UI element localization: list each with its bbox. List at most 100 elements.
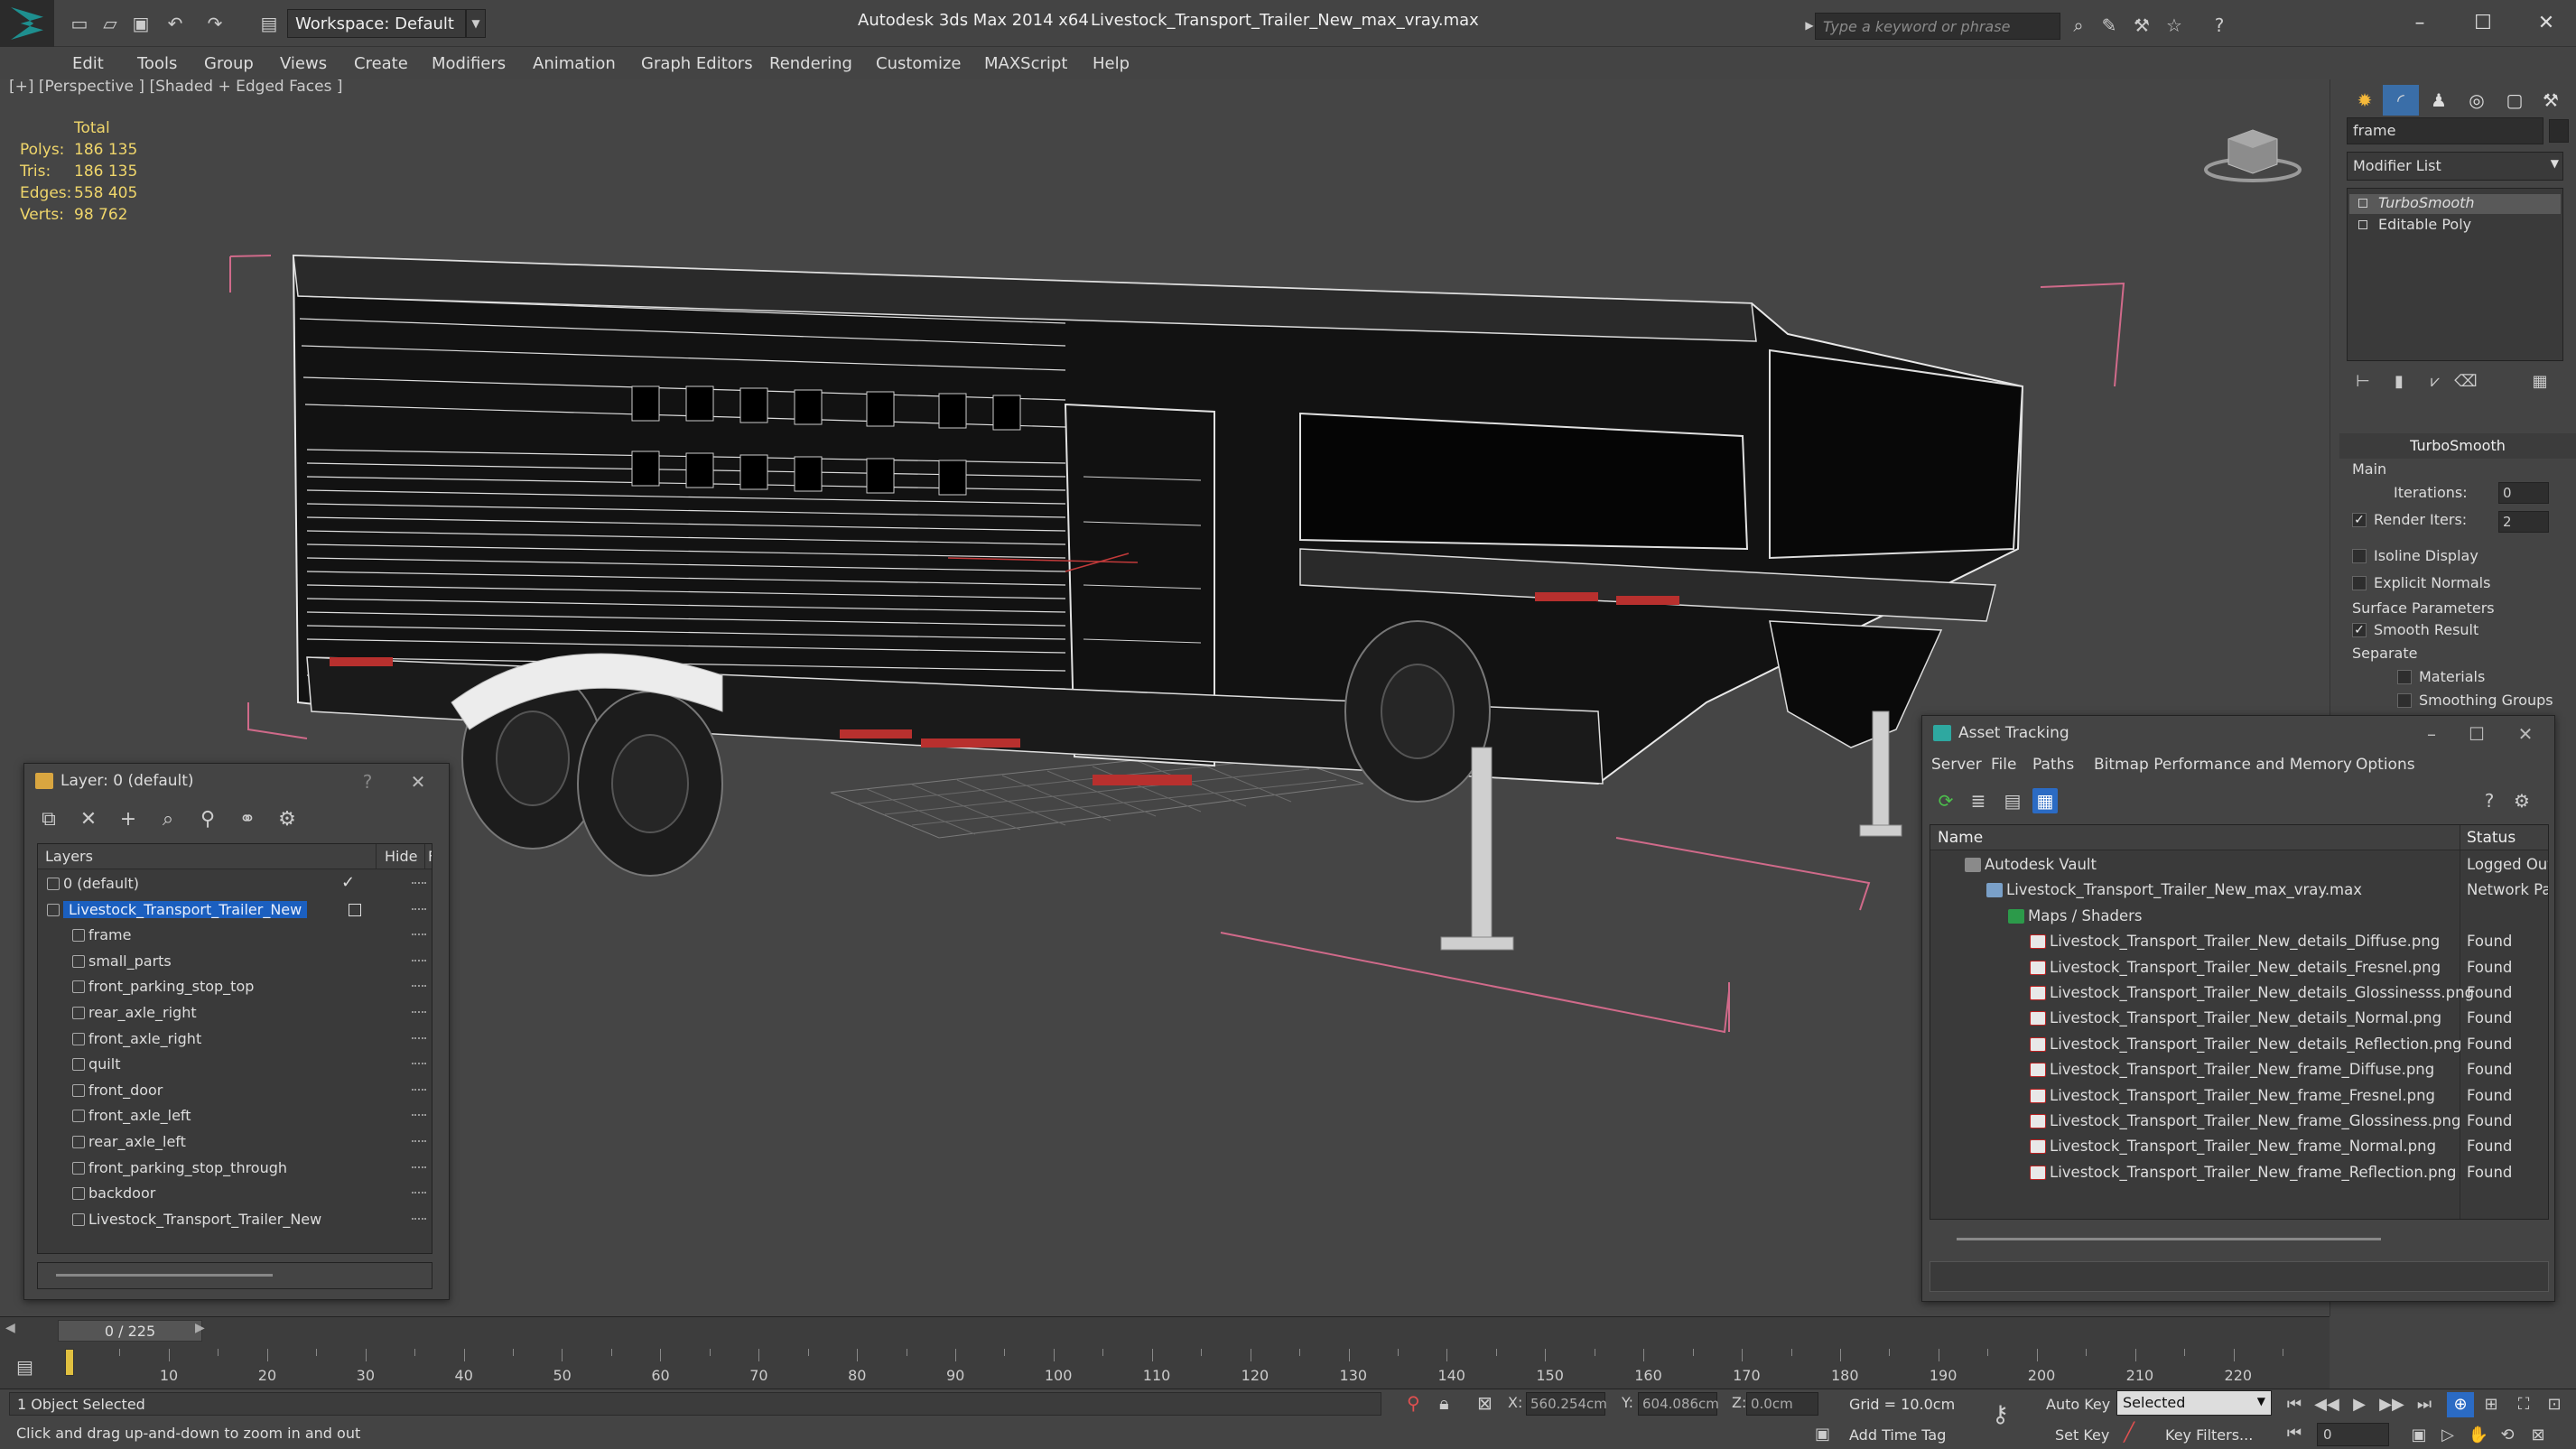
- subscription-icon[interactable]: ✎: [2097, 13, 2122, 38]
- layer-row[interactable]: front_parking_stop_through: [38, 1156, 432, 1181]
- smoothing-groups-checkbox[interactable]: [2397, 693, 2412, 708]
- table-view-icon[interactable]: ▦: [2032, 788, 2058, 813]
- asset-row[interactable]: Autodesk Vault Logged Out: [1930, 852, 2548, 878]
- minimize-icon[interactable]: –: [2393, 5, 2447, 42]
- orbit-icon[interactable]: ⟲: [2494, 1423, 2521, 1448]
- hide-toggle[interactable]: [412, 1140, 426, 1143]
- highlight-layer-icon[interactable]: ⚲: [194, 807, 221, 832]
- go-to-end-icon[interactable]: ⏭: [2411, 1392, 2438, 1417]
- asset-row[interactable]: Livestock_Transport_Trailer_New_frame_Re…: [1930, 1160, 2548, 1185]
- time-tag-icon[interactable]: ▣: [1815, 1425, 1830, 1444]
- go-to-start-icon[interactable]: ⏮: [2281, 1392, 2308, 1417]
- horizontal-scrollbar[interactable]: [1930, 1231, 2549, 1249]
- menu-paths[interactable]: Paths: [2032, 756, 2074, 774]
- horizontal-scrollbar[interactable]: [37, 1262, 432, 1289]
- hide-toggle[interactable]: [412, 933, 426, 936]
- time-slider-thumb[interactable]: 0 / 225: [58, 1320, 202, 1342]
- viewcube-icon[interactable]: [2203, 123, 2302, 186]
- layer-row[interactable]: rear_axle_right: [38, 1000, 432, 1026]
- project-folder-icon[interactable]: ▤: [256, 11, 282, 36]
- layer-row[interactable]: Livestock_Transport_Trailer_New: [38, 1207, 432, 1232]
- isolate-selection-icon[interactable]: ⚲: [1407, 1392, 1420, 1414]
- add-to-layer-icon[interactable]: +: [115, 807, 142, 832]
- menu-rendering[interactable]: Rendering: [769, 54, 852, 73]
- play-icon[interactable]: ▶: [2346, 1392, 2373, 1417]
- hide-all-layers-icon[interactable]: ⚭: [234, 807, 261, 832]
- next-frame-icon[interactable]: ▶: [195, 1321, 205, 1335]
- zoom-icon[interactable]: ⊕: [2447, 1392, 2474, 1417]
- mini-curve-editor-icon[interactable]: ▤: [16, 1356, 33, 1378]
- delete-layer-icon[interactable]: ✕: [75, 807, 102, 832]
- hide-toggle[interactable]: [412, 1114, 426, 1117]
- smooth-result-checkbox[interactable]: ✓: [2352, 623, 2367, 637]
- iterations-spinner[interactable]: 0: [2498, 482, 2549, 504]
- pin-stack-icon[interactable]: ⊢: [2350, 372, 2376, 391]
- menu-views[interactable]: Views: [280, 54, 327, 73]
- hide-toggle[interactable]: [412, 1217, 426, 1221]
- layer-row[interactable]: front_parking_stop_top: [38, 974, 432, 999]
- asset-row[interactable]: Livestock_Transport_Trailer_New_frame_Gl…: [1930, 1109, 2548, 1134]
- expand-icon[interactable]: [2358, 220, 2367, 229]
- asset-row[interactable]: Livestock_Transport_Trailer_New_details_…: [1930, 929, 2548, 954]
- communication-icon[interactable]: ⚒: [2129, 13, 2154, 38]
- hide-toggle[interactable]: [412, 985, 426, 988]
- auto-key-button[interactable]: Auto Key: [2046, 1396, 2110, 1413]
- stack-item-editable-poly[interactable]: Editable Poly: [2349, 216, 2561, 236]
- layer-row[interactable]: quilt: [38, 1052, 432, 1077]
- hide-toggle[interactable]: [412, 907, 426, 911]
- col-layers[interactable]: Layers: [45, 848, 93, 865]
- menu-bitmap-performance[interactable]: Bitmap Performance and Memory: [2094, 756, 2352, 774]
- display-tab-icon[interactable]: ▢: [2497, 85, 2533, 116]
- time-config-icon[interactable]: ▣: [2405, 1423, 2432, 1448]
- z-coord-field[interactable]: 0.0cm: [1746, 1392, 1818, 1416]
- create-tab-icon[interactable]: ✹: [2347, 85, 2383, 116]
- search-input[interactable]: Type a keyword or phrase: [1815, 13, 2060, 40]
- key-filters-button[interactable]: Key Filters...: [2165, 1426, 2253, 1444]
- lightbulb-icon[interactable]: [2358, 199, 2367, 208]
- zoom-extents-all-icon[interactable]: ⊡: [2541, 1392, 2568, 1417]
- binoculars-icon[interactable]: ⌕: [2066, 13, 2091, 38]
- maximize-viewport-icon[interactable]: ⊠: [2525, 1423, 2552, 1448]
- layer-row[interactable]: backdoor: [38, 1181, 432, 1206]
- layer-row[interactable]: 0 (default) ✓: [38, 871, 432, 896]
- menu-server[interactable]: Server: [1931, 756, 1982, 774]
- field-of-view-icon[interactable]: ▷: [2434, 1423, 2461, 1448]
- col-freeze[interactable]: F: [428, 848, 432, 865]
- menu-file[interactable]: File: [1991, 756, 2016, 774]
- asset-row[interactable]: Livestock_Transport_Trailer_New_details_…: [1930, 1006, 2548, 1031]
- time-slider[interactable]: ◀ 0 / 225 ▶: [0, 1316, 2330, 1345]
- open-file-icon[interactable]: ▱: [98, 11, 123, 36]
- set-key-button[interactable]: Set Key: [2055, 1426, 2109, 1444]
- layer-window-titlebar[interactable]: Layer: 0 (default): [24, 764, 449, 798]
- redo-icon[interactable]: ↷: [202, 11, 228, 36]
- key-mode-toggle-icon[interactable]: ⏮: [2281, 1421, 2308, 1446]
- hide-toggle[interactable]: [412, 1036, 426, 1040]
- settings-icon[interactable]: ⚙: [2509, 788, 2534, 813]
- zoom-all-icon[interactable]: ⊞: [2478, 1392, 2505, 1417]
- zoom-extents-icon[interactable]: ⛶: [2510, 1392, 2537, 1417]
- default-tangents-icon[interactable]: ╱: [2124, 1421, 2134, 1443]
- time-cursor[interactable]: [65, 1349, 74, 1376]
- menu-tools[interactable]: Tools: [137, 54, 177, 73]
- lock-selection-icon[interactable]: 🔒︎: [1439, 1392, 1449, 1414]
- menu-options[interactable]: Options: [2356, 756, 2415, 774]
- explicit-normals-checkbox[interactable]: [2352, 576, 2367, 590]
- asset-row[interactable]: Livestock_Transport_Trailer_New_frame_No…: [1930, 1134, 2548, 1159]
- layer-row[interactable]: front_door: [38, 1078, 432, 1103]
- modify-tab-icon[interactable]: ◜: [2383, 85, 2419, 116]
- hide-toggle[interactable]: [412, 1192, 426, 1194]
- x-coord-field[interactable]: 560.254cm: [1526, 1392, 1607, 1416]
- menu-maxscript[interactable]: MAXScript: [984, 54, 1067, 73]
- hide-toggle[interactable]: [412, 1063, 426, 1065]
- isoline-display-checkbox[interactable]: [2352, 549, 2367, 563]
- col-hide[interactable]: Hide: [385, 848, 417, 865]
- menu-customize[interactable]: Customize: [876, 54, 961, 73]
- list-view-icon[interactable]: ≣: [1966, 788, 1991, 813]
- asset-row[interactable]: Livestock_Transport_Trailer_New_details_…: [1930, 1032, 2548, 1057]
- viewport-label[interactable]: [+] [Perspective ] [Shaded + Edged Faces…: [9, 78, 342, 96]
- make-unique-icon[interactable]: ⩗: [2423, 372, 2448, 391]
- hide-toggle[interactable]: [412, 1088, 426, 1091]
- motion-tab-icon[interactable]: ◎: [2459, 85, 2495, 116]
- hide-toggle[interactable]: [412, 1011, 426, 1014]
- absolute-mode-icon[interactable]: ⊠: [1477, 1392, 1493, 1414]
